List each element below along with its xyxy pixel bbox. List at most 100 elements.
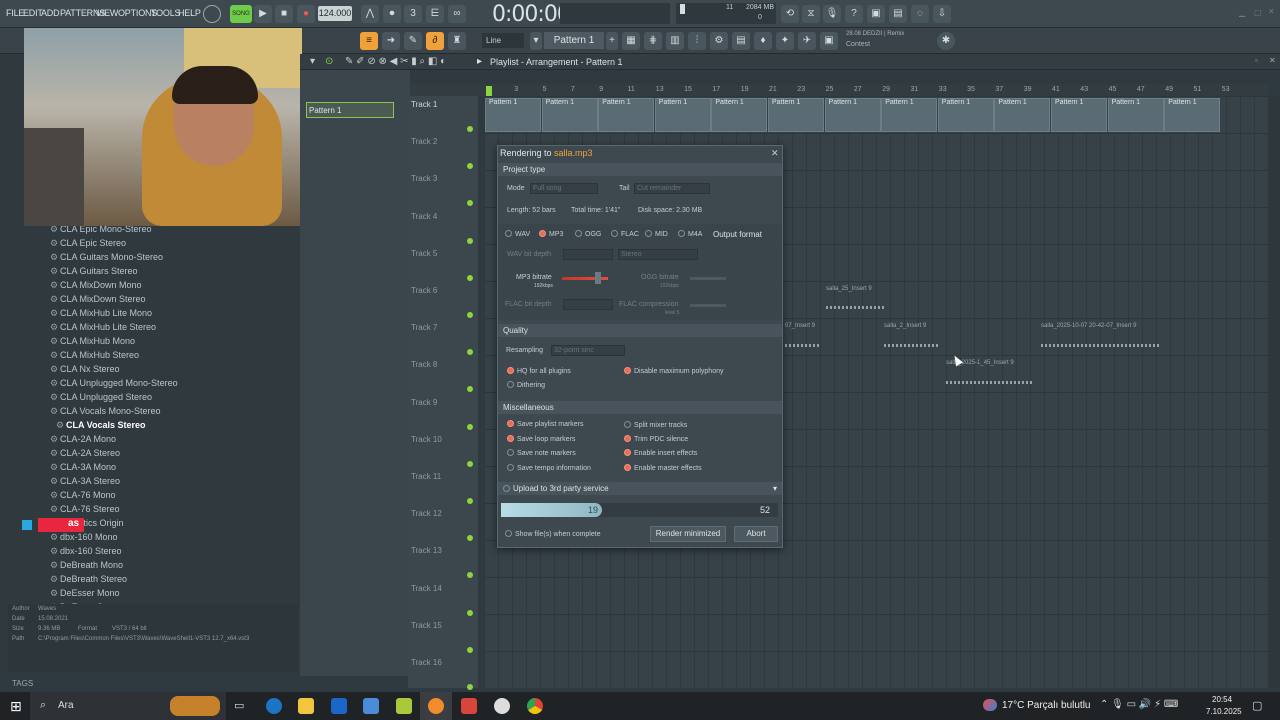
pattern-clip[interactable]: Pattern 1 bbox=[937, 98, 994, 132]
blend-notes-icon[interactable]: ∞ bbox=[448, 5, 466, 23]
metronome-icon[interactable]: ⋀ bbox=[361, 5, 379, 23]
hq-plugins-option[interactable]: HQ for all plugins bbox=[507, 367, 571, 375]
plugin-db-icon[interactable]: ▤ bbox=[889, 5, 907, 23]
format-ogg[interactable]: OGG bbox=[575, 230, 601, 238]
pattern-clip[interactable]: Pattern 1 bbox=[994, 98, 1051, 132]
track-mute-led[interactable] bbox=[467, 646, 473, 653]
track-mute-led[interactable] bbox=[467, 572, 473, 579]
track-name[interactable]: Track 4 bbox=[411, 212, 437, 221]
app-grid-icon[interactable] bbox=[461, 698, 477, 714]
clip-label[interactable]: 07_Insert 9 bbox=[785, 323, 815, 329]
misc-option-right[interactable]: Enable master effects bbox=[624, 464, 702, 472]
browser-item[interactable]: ⚙ DeBreath Mono bbox=[50, 560, 123, 574]
misc-option-left[interactable]: Save note markers bbox=[507, 449, 576, 457]
pattern-clip[interactable]: Pattern 1 bbox=[541, 98, 598, 132]
taskbar-search[interactable]: ⌕ Ara bbox=[30, 692, 226, 720]
play-icon[interactable]: ▶ bbox=[254, 5, 272, 23]
paint-icon[interactable]: ✎ ✐ ⊘ ⊗ ◀ ✂ ▮ ⌕ ◧ ◐ bbox=[345, 56, 446, 67]
radio-mid[interactable] bbox=[645, 230, 652, 237]
misc-toggle[interactable] bbox=[507, 420, 514, 427]
playhead[interactable] bbox=[486, 86, 492, 96]
mode-select[interactable]: Full song bbox=[530, 183, 598, 194]
browser-item[interactable]: ⚙ CLA Guitars Mono-Stereo bbox=[50, 252, 163, 266]
track-mute-led[interactable] bbox=[467, 126, 473, 132]
magnet-icon[interactable]: ⊙ bbox=[325, 56, 333, 67]
track-name[interactable]: Track 16 bbox=[411, 658, 442, 667]
browser-item[interactable]: ⚙ CLA MixHub Mono bbox=[50, 336, 135, 350]
channel-rack-icon[interactable]: ▥ bbox=[666, 32, 684, 50]
track-mute-led[interactable] bbox=[467, 460, 473, 467]
news-settings-icon[interactable]: ✱ bbox=[937, 32, 955, 50]
track-name[interactable]: Track 1 bbox=[411, 100, 437, 109]
track-name[interactable]: Track 13 bbox=[411, 546, 442, 555]
resampling-select[interactable]: 32-point sinc bbox=[551, 345, 625, 356]
stamp-icon[interactable]: ♜ bbox=[448, 32, 466, 50]
misc-option-left[interactable]: Save playlist markers bbox=[507, 420, 584, 428]
upload-section[interactable]: Upload to 3rd party service ▾ bbox=[498, 482, 782, 495]
misc-option-right[interactable]: Split mixer tracks bbox=[624, 421, 687, 429]
menu-view[interactable]: VIEW bbox=[96, 8, 118, 18]
play-pattern-icon[interactable]: ▸ bbox=[477, 56, 482, 67]
playlist-scrollbar[interactable] bbox=[1269, 96, 1280, 688]
snap-select[interactable]: Line bbox=[482, 33, 524, 48]
track-mute-led[interactable] bbox=[467, 535, 473, 542]
obs-icon[interactable] bbox=[494, 698, 510, 714]
undo-icon[interactable]: ⟲ bbox=[781, 5, 799, 23]
flac-bit-depth-select[interactable] bbox=[563, 299, 613, 310]
disable-polyphony-toggle[interactable] bbox=[624, 367, 631, 374]
format-wav[interactable]: WAV bbox=[505, 230, 530, 238]
browser-item[interactable]: ⚙ CLA-3A Mono bbox=[50, 462, 116, 476]
menu-edit[interactable]: EDIT bbox=[23, 8, 43, 18]
format-flac[interactable]: FLAC bbox=[611, 230, 639, 238]
track-mute-led[interactable] bbox=[467, 312, 473, 318]
news-line-2[interactable]: Contest bbox=[846, 41, 870, 48]
browser-item[interactable]: ⚙ dbx-160 Stereo bbox=[50, 546, 122, 560]
format-mid[interactable]: MID bbox=[645, 230, 668, 238]
track-name[interactable]: Track 9 bbox=[411, 398, 437, 407]
track-mute-led[interactable] bbox=[467, 498, 473, 504]
hq-plugins-toggle[interactable] bbox=[507, 367, 514, 374]
mixer-view-icon[interactable]: ⫶ bbox=[688, 32, 706, 50]
browser-item[interactable]: ⚙ CLA MixDown Stereo bbox=[50, 294, 146, 308]
radio-ogg[interactable] bbox=[575, 230, 582, 237]
menu-file[interactable]: FILE bbox=[6, 8, 24, 18]
radio-mp3[interactable] bbox=[539, 230, 546, 237]
pattern-selector[interactable]: Pattern 1 bbox=[544, 32, 604, 49]
mic-icon[interactable]: 🎙 bbox=[823, 5, 841, 23]
store-icon[interactable] bbox=[363, 698, 379, 714]
wav-bit-depth-select[interactable] bbox=[563, 249, 613, 260]
track-name[interactable]: Track 10 bbox=[411, 435, 442, 444]
browser-item[interactable]: ⚙ CLA MixDown Mono bbox=[50, 280, 142, 294]
menu-tools[interactable]: TOOLS bbox=[151, 8, 181, 18]
radio-flac[interactable] bbox=[611, 230, 618, 237]
outlook-icon[interactable] bbox=[331, 698, 347, 714]
winamp-icon[interactable] bbox=[396, 698, 412, 714]
clip-label[interactable]: salla_2_Insert 9 bbox=[884, 323, 926, 329]
flac-compression-slider[interactable] bbox=[690, 304, 726, 307]
browser-item[interactable]: ⚙ CLA-76 Stereo bbox=[50, 504, 120, 518]
pattern-clip[interactable]: Pattern 1 bbox=[654, 98, 711, 132]
dialog-close-icon[interactable]: ✕ bbox=[771, 148, 779, 159]
piano-roll-icon[interactable]: ⋕ bbox=[644, 32, 662, 50]
playlist-icon[interactable]: ▦ bbox=[622, 32, 640, 50]
misc-option-right[interactable]: Enable insert effects bbox=[624, 449, 697, 457]
track-name[interactable]: Track 3 bbox=[411, 174, 437, 183]
browser-item[interactable]: ⚙ CLA Epic Stereo bbox=[50, 238, 126, 252]
browser-item[interactable]: ⚙ CLA Nx Stereo bbox=[50, 364, 120, 378]
menu-add[interactable]: ADD bbox=[41, 8, 60, 18]
pattern-clip[interactable]: Pattern 1 bbox=[1051, 98, 1107, 132]
clip-label[interactable]: salla_25_Insert 9 bbox=[826, 286, 872, 292]
notification-icon[interactable]: ▢ bbox=[1252, 699, 1262, 712]
track-name[interactable]: Track 5 bbox=[411, 249, 437, 258]
screenshot-icon[interactable]: ▣ bbox=[820, 32, 838, 50]
track-name[interactable]: Track 8 bbox=[411, 360, 437, 369]
news-line-1[interactable]: 28.08 DEDZII | Remix bbox=[846, 31, 904, 37]
track-mute-led[interactable] bbox=[467, 684, 473, 690]
browser-item[interactable]: ⚙ CLA MixHub Lite Stereo bbox=[50, 322, 156, 336]
clock-time[interactable]: 20:54 bbox=[1212, 695, 1232, 704]
plugin-picker-icon[interactable]: ▤ bbox=[732, 32, 750, 50]
abort-button[interactable]: Abort bbox=[734, 526, 778, 542]
track-mute-led[interactable] bbox=[467, 349, 473, 356]
track-mute-led[interactable] bbox=[467, 237, 473, 244]
mp3-bitrate-handle[interactable] bbox=[595, 272, 601, 284]
